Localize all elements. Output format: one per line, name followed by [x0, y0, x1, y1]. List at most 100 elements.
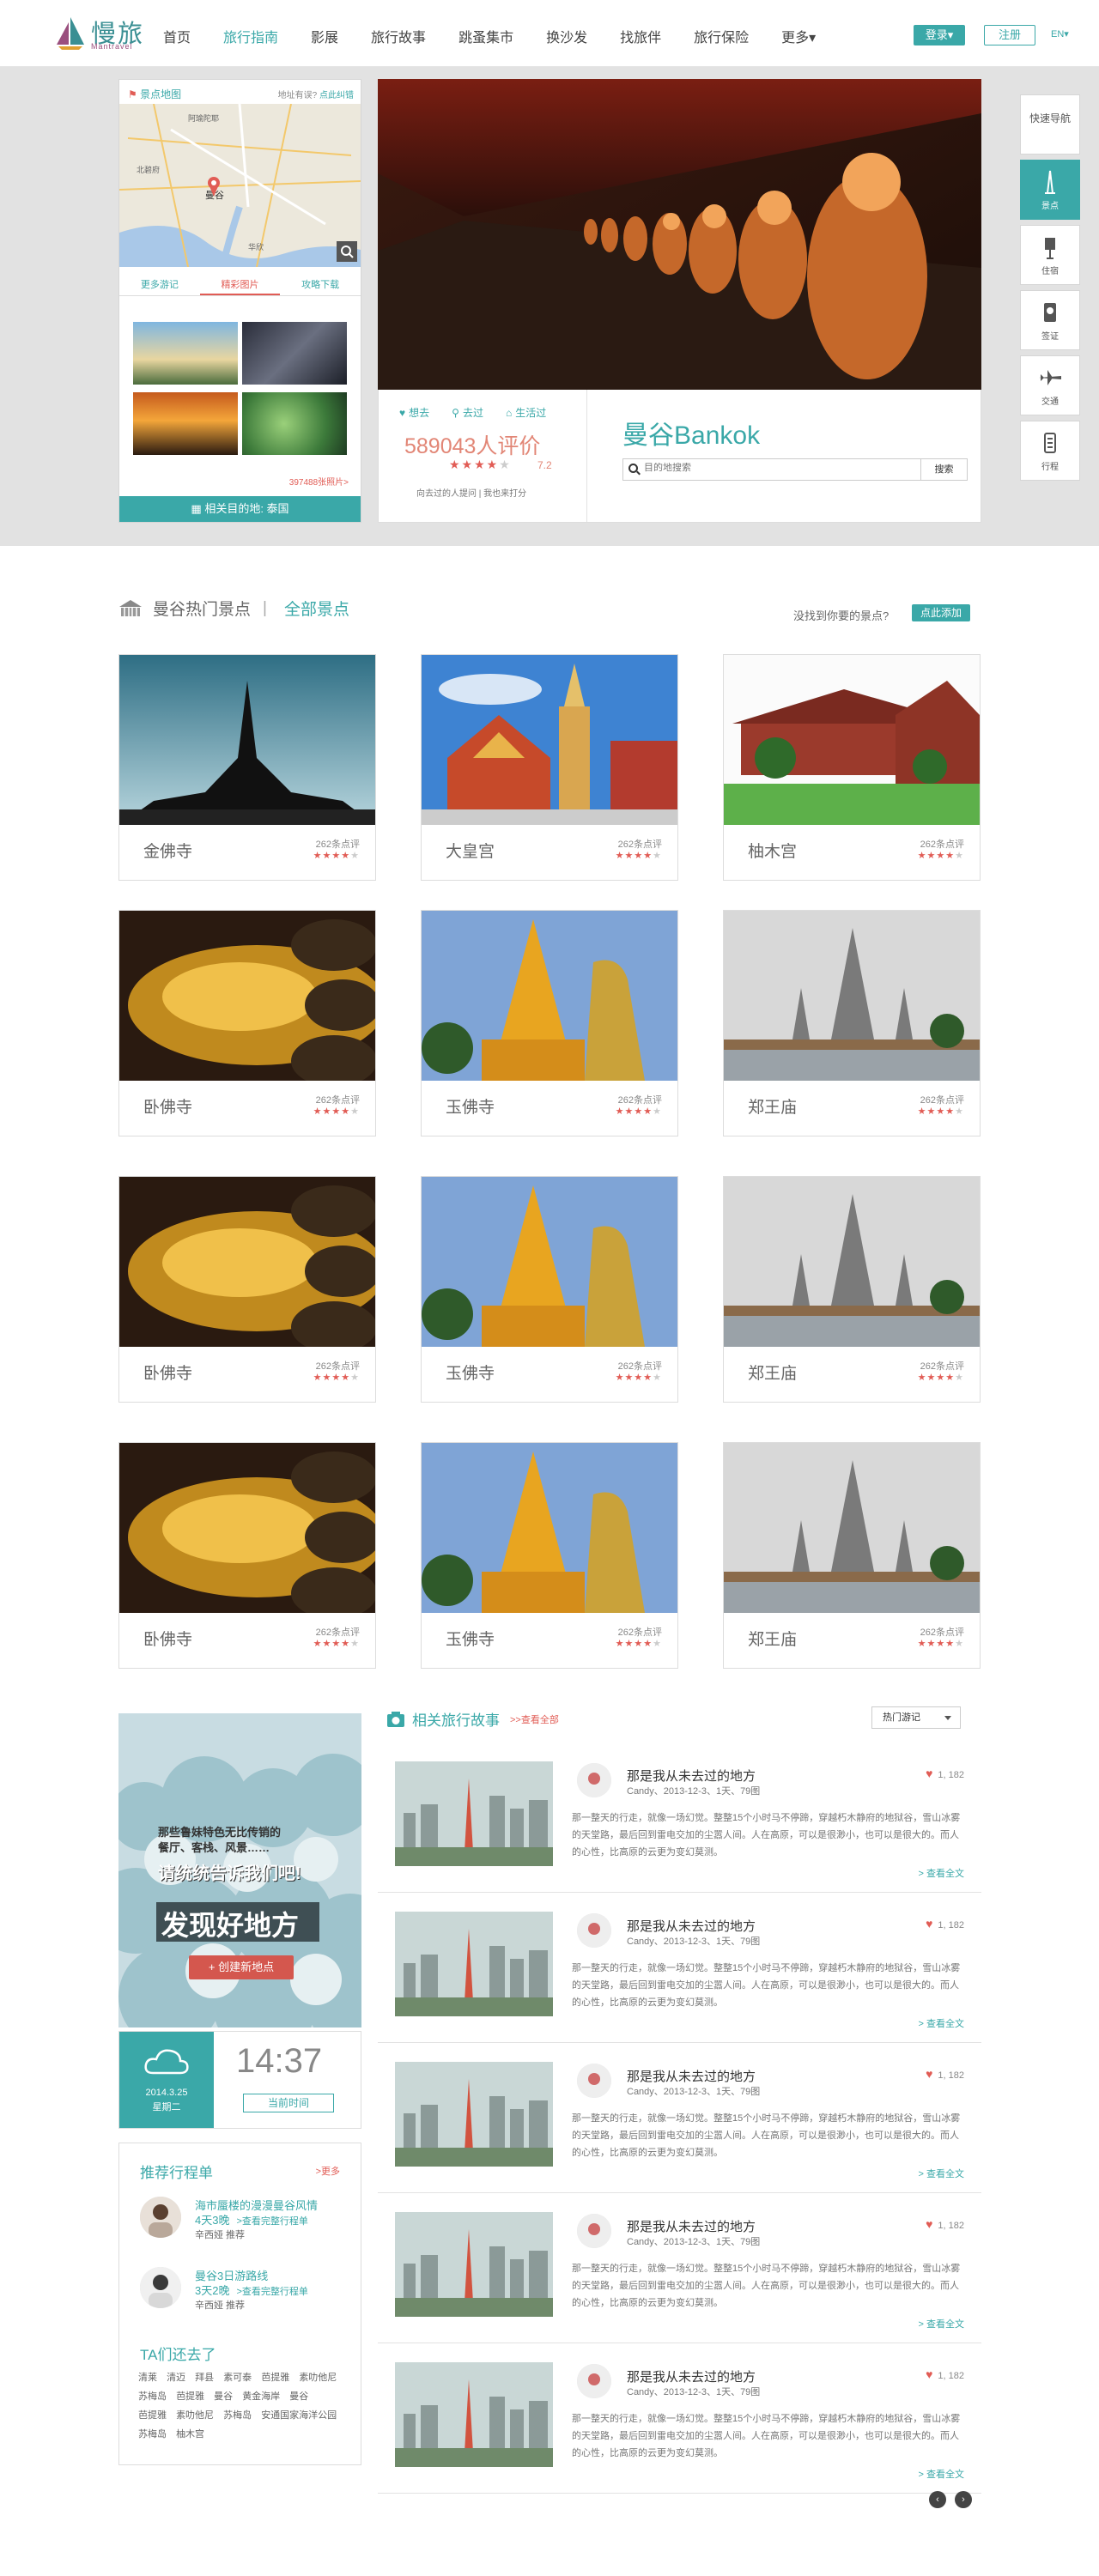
spot-card[interactable]: 玉佛寺 262条点评 ★★★★★ [421, 910, 678, 1136]
tab-photos[interactable]: 精彩图片 [199, 276, 281, 295]
nav-more[interactable]: 更多▾ [781, 26, 816, 45]
stories-sort-select[interactable]: 热门游记 [871, 1706, 961, 1729]
story-likes[interactable]: ♥ 1, 182 [926, 2367, 964, 2381]
next-page-button[interactable]: › [955, 2491, 972, 2508]
nav-market[interactable]: 跳蚤集市 [458, 26, 513, 45]
story-item[interactable]: 那是我从未去过的地方 Candy、2013-12-3、1天、79图 ♥ 1, 18… [378, 1893, 981, 2043]
nav-guide[interactable]: 旅行指南 [223, 26, 278, 45]
destination-tag[interactable]: 柚木宫 [176, 2429, 204, 2440]
nav-insurance[interactable]: 旅行保险 [694, 26, 749, 45]
read-more-link[interactable]: > 查看全文 [919, 1866, 964, 1880]
others-went-tags: 清莱 清迈 拜县 素可泰 芭提雅 素叻他尼 苏梅岛 芭提雅 曼谷 黄金海岸 曼谷… [138, 2368, 348, 2444]
story-title[interactable]: 那是我从未去过的地方 [627, 2067, 756, 2085]
route-view-link[interactable]: >查看完整行程单 [236, 2216, 307, 2227]
spot-card[interactable]: 卧佛寺 262条点评 ★★★★★ [118, 1442, 376, 1669]
spot-card[interactable]: 玉佛寺 262条点评 ★★★★★ [421, 1176, 678, 1403]
destination-tag[interactable]: 芭提雅 [261, 2373, 289, 2383]
destination-tag[interactable]: 清莱 [138, 2373, 157, 2383]
story-likes[interactable]: ♥ 1, 182 [926, 2067, 964, 2081]
story-title[interactable]: 那是我从未去过的地方 [627, 2367, 756, 2385]
story-likes[interactable]: ♥ 1, 182 [926, 2217, 964, 2231]
destination-tag[interactable]: 素可泰 [223, 2373, 252, 2383]
story-item[interactable]: 那是我从未去过的地方 Candy、2013-12-3、1天、79图 ♥ 1, 18… [378, 1743, 981, 1893]
spot-card[interactable]: 金佛寺 262条点评 ★★★★★ [118, 654, 376, 881]
quick-nav-itinerary[interactable]: 行程 [1020, 421, 1080, 481]
destination-tag[interactable]: 素叻他尼 [176, 2410, 214, 2421]
story-likes[interactable]: ♥ 1, 182 [926, 1917, 964, 1930]
all-spots-link[interactable]: 全部景点 [284, 597, 349, 620]
destination-tag[interactable]: 芭提雅 [138, 2410, 167, 2421]
read-more-link[interactable]: > 查看全文 [919, 2167, 964, 2180]
login-button[interactable]: 登录▾ [914, 25, 965, 45]
search-button[interactable]: 搜索 [920, 459, 967, 480]
spot-card[interactable]: 郑王庙 262条点评 ★★★★★ [723, 910, 981, 1136]
story-title[interactable]: 那是我从未去过的地方 [627, 1767, 756, 1785]
create-place-button[interactable]: + 创建新地点 [189, 1955, 294, 1979]
spot-card[interactable]: 郑王庙 262条点评 ★★★★★ [723, 1442, 981, 1669]
search-input[interactable] [644, 463, 902, 473]
destination-tag[interactable]: 曼谷 [289, 2391, 308, 2402]
tab-guide-download[interactable]: 攻略下载 [280, 276, 361, 295]
story-item[interactable]: 那是我从未去过的地方 Candy、2013-12-3、1天、79图 ♥ 1, 18… [378, 2193, 981, 2343]
lived-button[interactable]: ⌂ 生活过 [506, 405, 550, 420]
photo-thumb[interactable] [133, 392, 238, 455]
spot-card[interactable]: 郑王庙 262条点评 ★★★★★ [723, 1176, 981, 1403]
routes-more-link[interactable]: >更多 [316, 2164, 340, 2178]
spot-card[interactable]: 玉佛寺 262条点评 ★★★★★ [421, 1442, 678, 1669]
language-switch[interactable]: EN▾ [1051, 28, 1069, 39]
destination-tag[interactable]: 苏梅岛 [138, 2429, 167, 2440]
quick-nav-transport[interactable]: 交通 [1020, 355, 1080, 415]
prev-page-button[interactable]: ‹ [929, 2491, 946, 2508]
map-correction-link[interactable]: 点此纠错 [319, 91, 354, 100]
been-button[interactable]: ⚲ 去过 [452, 405, 487, 420]
read-more-link[interactable]: > 查看全文 [919, 2467, 964, 2481]
destination-tag[interactable]: 苏梅岛 [138, 2391, 167, 2402]
destination-tag[interactable]: 芭提雅 [176, 2391, 204, 2402]
destination-tag[interactable]: 拜县 [195, 2373, 214, 2383]
nav-home[interactable]: 首页 [163, 26, 191, 45]
read-more-link[interactable]: > 查看全文 [919, 2317, 964, 2331]
destination-tag[interactable]: 曼谷 [214, 2391, 233, 2402]
photo-thumb[interactable] [133, 322, 238, 385]
quick-nav-visa[interactable]: 签证 [1020, 290, 1080, 350]
nav-companion[interactable]: 找旅伴 [620, 26, 661, 45]
destination-map[interactable]: 阿瑜陀耶 曼谷 北碧府 华欣 [119, 104, 361, 267]
story-title[interactable]: 那是我从未去过的地方 [627, 2217, 756, 2235]
want-button[interactable]: ♥ 想去 [399, 405, 433, 420]
add-spot-button[interactable]: 点此添加 [912, 604, 970, 621]
quick-nav-attractions[interactable]: 景点 [1020, 160, 1080, 220]
destination-tag[interactable]: 黄金海岸 [242, 2391, 280, 2402]
register-button[interactable]: 注册 [984, 25, 1035, 45]
site-logo[interactable]: 慢旅 Mantravel [53, 14, 165, 52]
route-item[interactable]: 曼谷3日游路线 3天2晚 >查看完整行程单 辛西娅 推荐 [140, 2267, 346, 2318]
spot-card[interactable]: 柚木宫 262条点评 ★★★★★ [723, 654, 981, 881]
spot-card[interactable]: 大皇宫 262条点评 ★★★★★ [421, 654, 678, 881]
nav-gallery[interactable]: 影展 [311, 26, 338, 45]
related-destination-bar[interactable]: ▦ 相关目的地: 泰国 [119, 496, 361, 522]
story-title[interactable]: 那是我从未去过的地方 [627, 1917, 756, 1935]
destination-tag[interactable]: 清迈 [167, 2373, 185, 2383]
route-item[interactable]: 海市蜃楼的漫漫曼谷风情 4天3晚 >查看完整行程单 辛西娅 推荐 [140, 2197, 346, 2248]
current-time-button[interactable]: 当前时间 [243, 2094, 334, 2112]
nav-couchsurf[interactable]: 换沙发 [546, 26, 587, 45]
create-place-banner[interactable]: 那些鲁妹特色无比传销的 餐厅、客栈、风景…… 请统统告诉我们吧! 发现好地方 +… [118, 1713, 361, 2027]
destination-tag[interactable]: 安通国家海洋公园 [261, 2410, 337, 2421]
story-likes[interactable]: ♥ 1, 182 [926, 1767, 964, 1780]
nav-stories[interactable]: 旅行故事 [371, 26, 426, 45]
photo-thumb[interactable] [242, 322, 347, 385]
hotel-icon [1045, 238, 1055, 259]
tab-more-notes[interactable]: 更多游记 [119, 276, 200, 295]
story-item[interactable]: 那是我从未去过的地方 Candy、2013-12-3、1天、79图 ♥ 1, 18… [378, 2343, 981, 2494]
destination-tag[interactable]: 苏梅岛 [223, 2410, 252, 2421]
quick-nav-hotel[interactable]: 住宿 [1020, 225, 1080, 285]
spot-card[interactable]: 卧佛寺 262条点评 ★★★★★ [118, 1176, 376, 1403]
spot-card[interactable]: 卧佛寺 262条点评 ★★★★★ [118, 910, 376, 1136]
read-more-link[interactable]: > 查看全文 [919, 2016, 964, 2030]
story-item[interactable]: 那是我从未去过的地方 Candy、2013-12-3、1天、79图 ♥ 1, 18… [378, 2043, 981, 2193]
more-photos-link[interactable]: 397488张照片> [289, 475, 349, 488]
route-view-link[interactable]: >查看完整行程单 [236, 2287, 307, 2297]
ask-rate-links[interactable]: 向去过的人提问 | 我也来打分 [416, 486, 526, 499]
destination-tag[interactable]: 素叻他尼 [299, 2373, 337, 2383]
photo-thumb[interactable] [242, 392, 347, 455]
stories-view-all[interactable]: >>查看全部 [510, 1712, 559, 1726]
